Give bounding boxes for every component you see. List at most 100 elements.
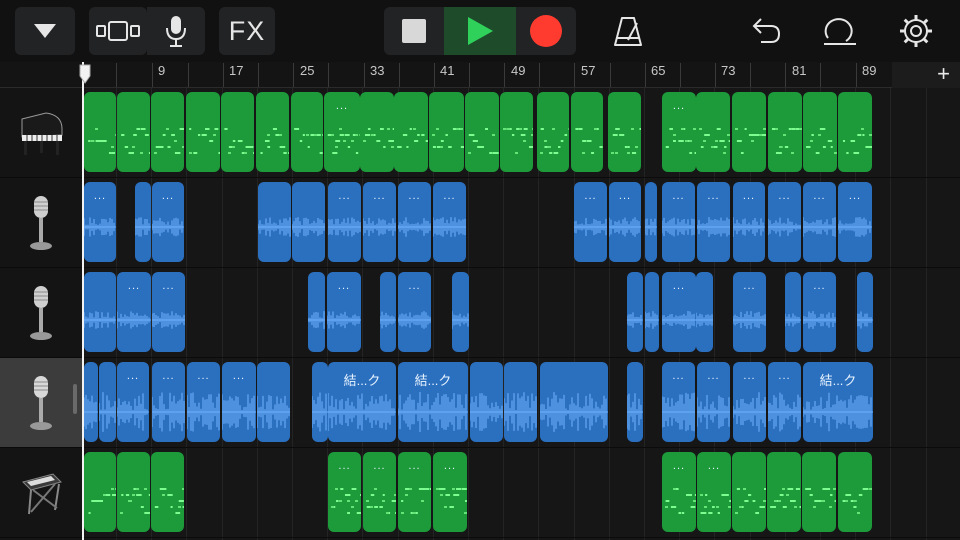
audio-region[interactable] bbox=[504, 362, 537, 442]
audio-region[interactable]: ... bbox=[768, 362, 801, 442]
midi-region[interactable]: ... bbox=[324, 92, 360, 172]
midi-region[interactable] bbox=[838, 92, 872, 172]
browser-menu-button[interactable] bbox=[15, 7, 75, 55]
audio-region[interactable]: ... bbox=[803, 272, 836, 352]
midi-region[interactable] bbox=[767, 452, 801, 532]
audio-region[interactable]: ... bbox=[697, 362, 730, 442]
loop-browser-button[interactable] bbox=[818, 7, 862, 55]
midi-region[interactable] bbox=[84, 452, 116, 532]
scrollbar[interactable] bbox=[73, 384, 77, 414]
audio-region[interactable] bbox=[785, 272, 801, 352]
midi-region[interactable] bbox=[537, 92, 569, 172]
audio-region[interactable]: ... bbox=[398, 182, 431, 262]
audio-region[interactable]: ... bbox=[84, 182, 116, 262]
audio-region[interactable]: ... bbox=[222, 362, 256, 442]
metronome-button[interactable] bbox=[606, 7, 650, 55]
view-toggle-button[interactable] bbox=[89, 7, 147, 55]
audio-region[interactable]: ... bbox=[662, 362, 695, 442]
midi-region[interactable] bbox=[768, 92, 802, 172]
audio-region[interactable] bbox=[627, 272, 643, 352]
midi-region[interactable] bbox=[838, 452, 872, 532]
audio-region[interactable]: ... bbox=[398, 272, 431, 352]
audio-region[interactable]: ... bbox=[838, 182, 872, 262]
audio-region[interactable]: ... bbox=[433, 182, 466, 262]
midi-region[interactable] bbox=[394, 92, 428, 172]
undo-button[interactable] bbox=[744, 7, 788, 55]
audio-region[interactable]: ... bbox=[152, 362, 185, 442]
audio-region[interactable]: ... bbox=[662, 182, 695, 262]
tracks-area[interactable]: ........................................… bbox=[82, 88, 960, 540]
midi-region[interactable]: ... bbox=[328, 452, 361, 532]
audio-region[interactable]: ... bbox=[662, 272, 696, 352]
midi-region[interactable] bbox=[802, 452, 836, 532]
audio-region[interactable]: ... bbox=[697, 182, 730, 262]
midi-region[interactable] bbox=[608, 92, 641, 172]
midi-region[interactable]: ... bbox=[697, 452, 731, 532]
midi-region[interactable]: ... bbox=[398, 452, 431, 532]
midi-region[interactable] bbox=[803, 92, 837, 172]
playhead[interactable] bbox=[82, 62, 84, 540]
audio-region[interactable]: ... bbox=[117, 362, 149, 442]
midi-region[interactable] bbox=[360, 92, 394, 172]
track-header-piano[interactable] bbox=[0, 88, 82, 178]
midi-region[interactable] bbox=[732, 452, 766, 532]
stop-button[interactable] bbox=[384, 7, 444, 55]
audio-region[interactable]: ... bbox=[803, 182, 836, 262]
midi-region[interactable]: ... bbox=[662, 452, 696, 532]
midi-region[interactable] bbox=[117, 452, 150, 532]
settings-button[interactable] bbox=[894, 7, 938, 55]
play-button[interactable] bbox=[444, 7, 516, 55]
audio-region[interactable] bbox=[645, 182, 657, 262]
midi-region[interactable]: ... bbox=[662, 92, 696, 172]
audio-region[interactable] bbox=[540, 362, 608, 442]
track-header-vocal-3[interactable] bbox=[0, 358, 82, 448]
audio-region[interactable]: 結...ク bbox=[803, 362, 873, 442]
track-header-vocal-1[interactable] bbox=[0, 178, 82, 268]
midi-region[interactable] bbox=[151, 452, 184, 532]
midi-region[interactable] bbox=[186, 92, 220, 172]
audio-region[interactable]: ... bbox=[117, 272, 151, 352]
midi-region[interactable] bbox=[84, 92, 116, 172]
midi-region[interactable] bbox=[151, 92, 184, 172]
audio-region[interactable]: ... bbox=[768, 182, 801, 262]
audio-region[interactable]: 結...ク bbox=[328, 362, 396, 442]
audio-region[interactable]: ... bbox=[733, 182, 765, 262]
audio-region[interactable] bbox=[135, 182, 151, 262]
audio-region[interactable]: ... bbox=[574, 182, 607, 262]
midi-region[interactable] bbox=[732, 92, 766, 172]
midi-region[interactable] bbox=[696, 92, 730, 172]
midi-region[interactable] bbox=[571, 92, 603, 172]
audio-region[interactable]: ... bbox=[152, 182, 184, 262]
midi-region[interactable] bbox=[221, 92, 254, 172]
midi-region[interactable] bbox=[429, 92, 464, 172]
audio-region[interactable] bbox=[857, 272, 873, 352]
audio-region[interactable] bbox=[696, 272, 713, 352]
audio-region[interactable]: ... bbox=[733, 362, 766, 442]
audio-region[interactable] bbox=[99, 362, 116, 442]
audio-region[interactable]: ... bbox=[363, 182, 396, 262]
audio-region[interactable] bbox=[452, 272, 469, 352]
add-track-button[interactable]: + bbox=[937, 62, 950, 86]
midi-region[interactable] bbox=[117, 92, 150, 172]
microphone-button[interactable] bbox=[147, 7, 205, 55]
audio-region[interactable]: ... bbox=[327, 272, 361, 352]
audio-region[interactable]: ... bbox=[328, 182, 361, 262]
audio-region[interactable]: ... bbox=[152, 272, 185, 352]
record-button[interactable] bbox=[516, 7, 576, 55]
audio-region[interactable] bbox=[645, 272, 659, 352]
audio-region[interactable] bbox=[258, 182, 291, 262]
audio-region[interactable] bbox=[84, 362, 98, 442]
audio-region[interactable] bbox=[380, 272, 396, 352]
midi-region[interactable] bbox=[291, 92, 323, 172]
track-header-vocal-2[interactable] bbox=[0, 268, 82, 358]
midi-region[interactable]: ... bbox=[433, 452, 467, 532]
midi-region[interactable] bbox=[256, 92, 289, 172]
midi-region[interactable] bbox=[500, 92, 533, 172]
audio-region[interactable] bbox=[627, 362, 643, 442]
timeline-ruler[interactable]: 9 17 25 33 41 49 57 65 73 81 89 + bbox=[0, 62, 960, 88]
audio-region[interactable]: 結...ク bbox=[398, 362, 468, 442]
midi-region[interactable] bbox=[465, 92, 499, 172]
audio-region[interactable] bbox=[308, 272, 325, 352]
audio-region[interactable]: ... bbox=[187, 362, 220, 442]
audio-region[interactable] bbox=[470, 362, 503, 442]
